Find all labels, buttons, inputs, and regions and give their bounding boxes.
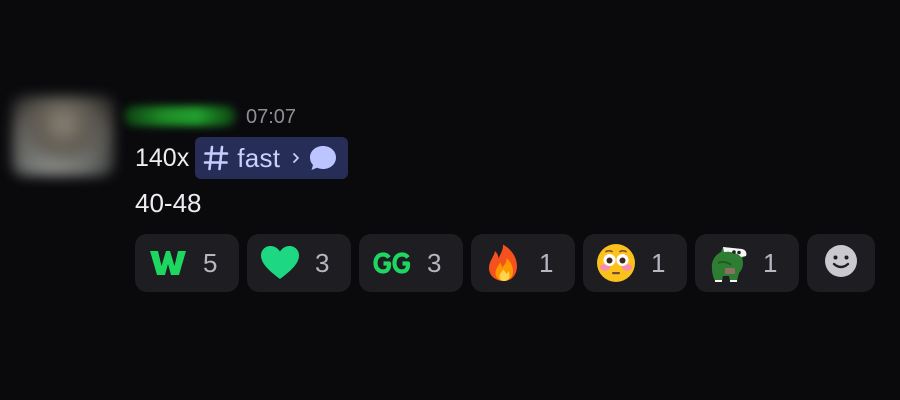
avatar[interactable]	[12, 96, 114, 176]
reaction-flushed[interactable]: 1	[583, 234, 687, 292]
reaction-count: 3	[427, 247, 442, 278]
hash-icon	[203, 144, 229, 172]
fire-icon	[483, 242, 525, 284]
reaction-fire[interactable]: 1	[471, 234, 575, 292]
message-timestamp[interactable]: 07:07	[246, 105, 296, 129]
username-blurred[interactable]	[124, 106, 236, 126]
reaction-frog[interactable]: 1	[695, 234, 799, 292]
reaction-count: 1	[763, 247, 778, 278]
chat-message: 07:07 140x fast 40-48 5 3 3 1 1 1	[0, 0, 900, 400]
message-line-1: 140x fast	[135, 136, 349, 180]
channel-mention-name: fast	[237, 142, 281, 173]
reactions-bar: 5 3 3 1 1 1	[135, 234, 875, 292]
flushed-face-icon	[595, 242, 637, 284]
reaction-count: 1	[651, 247, 666, 278]
channel-mention[interactable]: fast	[195, 137, 349, 179]
reaction-count: 1	[539, 247, 554, 278]
frog-custom-emoji-icon	[707, 242, 749, 284]
reaction-green-heart[interactable]: 3	[247, 234, 351, 292]
w-letter-icon	[147, 242, 189, 284]
reaction-gg[interactable]: 3	[359, 234, 463, 292]
message-text-line-2: 40-48	[135, 188, 202, 218]
gg-text-icon	[371, 242, 413, 284]
reaction-count: 3	[315, 247, 330, 278]
message-text-prefix: 140x	[135, 143, 190, 172]
reaction-count: 5	[203, 247, 218, 278]
add-reaction-button[interactable]	[807, 234, 875, 292]
chevron-right-icon	[292, 152, 300, 164]
green-heart-icon	[259, 242, 301, 284]
thread-bubble-icon	[308, 144, 338, 172]
smiley-add-icon	[823, 243, 859, 283]
reaction-w[interactable]: 5	[135, 234, 239, 292]
